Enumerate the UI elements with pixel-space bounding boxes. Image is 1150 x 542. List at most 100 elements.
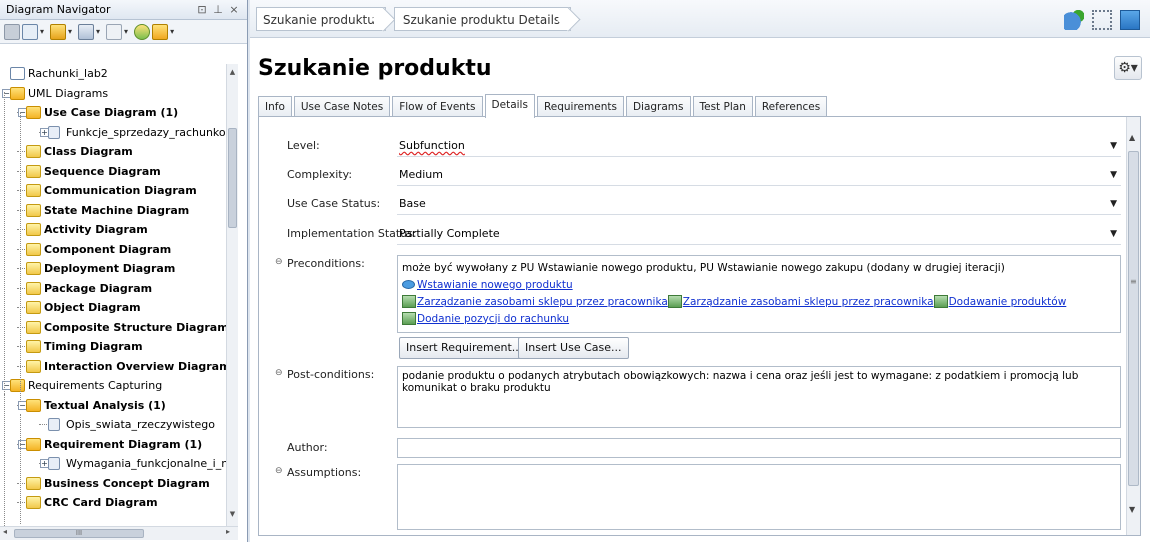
tree-item-label: State Machine Diagram — [44, 203, 190, 217]
notification-badge-icon[interactable] — [1064, 10, 1084, 30]
requirement-link[interactable]: Zarządzanie zasobami sklepu przez pracow… — [683, 296, 934, 308]
refresh-icon[interactable] — [134, 23, 151, 40]
requirement-link[interactable]: Dodanie pozycji do rachunku — [417, 313, 569, 325]
restore-panel-icon[interactable]: ⊡ — [195, 3, 209, 16]
tree-structure-icon[interactable] — [22, 23, 38, 40]
details-vertical-scrollbar[interactable]: ▲ ≡ ▼ — [1126, 117, 1140, 535]
tree-item[interactable]: Activity Diagram — [0, 220, 236, 240]
complexity-select[interactable]: Medium ▼ — [397, 164, 1121, 186]
tree-item[interactable]: + Funkcje_sprzedazy_rachunkow — [0, 123, 236, 143]
tree-item-label: Activity Diagram — [44, 223, 148, 236]
use-case-status-select[interactable]: Base ▼ — [397, 193, 1121, 215]
tree-connector — [17, 209, 25, 211]
tree-item[interactable]: Opis_swiata_rzeczywistego — [0, 415, 236, 435]
tree-item[interactable]: Rachunki_lab2 — [0, 64, 236, 84]
scroll-right-icon[interactable]: ▸ — [226, 527, 230, 536]
pin-panel-icon[interactable]: ⊥ — [211, 3, 225, 16]
chevron-down-icon[interactable]: ▾ — [40, 27, 44, 36]
tree-item-label: Requirements Capturing — [28, 379, 163, 392]
tree-item[interactable]: Business Concept Diagram — [0, 474, 236, 494]
chevron-down-icon[interactable]: ▼ — [1110, 135, 1117, 157]
postconditions-editor[interactable]: podanie produktu o podanych atrybutach o… — [397, 366, 1121, 428]
tab-details[interactable]: Details — [484, 94, 535, 118]
tab-flow-of-events[interactable]: Flow of Events — [392, 96, 483, 118]
tree-item[interactable]: State Machine Diagram — [0, 201, 236, 221]
tree-item[interactable]: + Wymagania_funkcjonalne_i_nief — [0, 454, 236, 474]
insert-requirement-button[interactable]: Insert Requirement... — [399, 337, 530, 359]
fit-view-icon[interactable] — [1092, 10, 1112, 30]
details-tab-bar: Info Use Case Notes Flow of Events Details R… — [258, 94, 829, 118]
chevron-down-icon[interactable]: ▼ — [1110, 193, 1117, 215]
breadcrumb-item[interactable]: Szukanie produktu Details — [393, 6, 572, 31]
navigator-vertical-scrollbar[interactable]: ▲ ▼ — [226, 64, 238, 526]
navigator-horizontal-scrollbar[interactable]: ◂ III ▸ — [0, 526, 238, 540]
layout-panel-icon[interactable] — [1120, 10, 1140, 30]
scroll-down-icon[interactable]: ▼ — [1129, 505, 1135, 514]
tab-diagrams[interactable]: Diagrams — [625, 96, 691, 118]
level-select[interactable]: Subfunction ▼ — [397, 135, 1121, 157]
folder-icon — [10, 86, 25, 100]
diagram-type-icon — [26, 301, 41, 314]
tree-guide-line — [4, 394, 5, 526]
tree-item[interactable]: Composite Structure Diagram — [0, 318, 236, 338]
collapse-icon[interactable]: ⊖ — [275, 257, 283, 267]
tree-item[interactable]: Communication Diagram — [0, 181, 236, 201]
sort-icon[interactable] — [78, 23, 95, 40]
use-case-link[interactable]: Wstawianie nowego produktu — [417, 279, 573, 291]
preconditions-editor[interactable]: może być wywołany z PU Wstawianie nowego… — [397, 255, 1121, 333]
tab-requirements[interactable]: Requirements — [536, 96, 624, 118]
move-up-icon[interactable] — [106, 23, 123, 40]
chevron-down-icon[interactable]: ▾ — [170, 27, 174, 36]
tree-item[interactable]: − Textual Analysis (1) — [0, 396, 236, 416]
chevron-down-icon[interactable]: ▼ — [1110, 164, 1117, 186]
tree-item[interactable]: Deployment Diagram — [0, 259, 236, 279]
scroll-left-icon[interactable]: ◂ — [3, 527, 7, 536]
scrollbar-thumb[interactable] — [228, 128, 237, 228]
tree-item[interactable]: Component Diagram — [0, 240, 236, 260]
scrollbar-thumb[interactable]: III — [14, 529, 144, 538]
tab-use-case-notes[interactable]: Use Case Notes — [293, 96, 391, 118]
tab-test-plan[interactable]: Test Plan — [692, 96, 753, 118]
tree-connector — [17, 151, 25, 152]
tree-item[interactable]: Class Diagram — [0, 142, 236, 162]
tree-connector — [17, 229, 25, 230]
tree-item[interactable]: Interaction Overview Diagram — [0, 357, 236, 377]
close-panel-icon[interactable]: × — [227, 3, 241, 16]
tree-item[interactable]: − UML Diagrams — [0, 84, 236, 104]
tree-item[interactable]: Package Diagram — [0, 279, 236, 299]
collapse-icon[interactable]: ⊖ — [275, 368, 283, 378]
tab-references[interactable]: References — [754, 96, 828, 118]
tree-item[interactable]: − Requirements Capturing — [0, 376, 236, 396]
filter-folder-icon[interactable] — [50, 23, 67, 40]
scroll-down-icon[interactable]: ▼ — [227, 510, 238, 518]
gear-icon[interactable]: ⚙▾ — [1114, 56, 1142, 80]
grid-view-icon[interactable] — [4, 23, 20, 40]
chevron-down-icon[interactable]: ▾ — [124, 27, 128, 36]
tab-info[interactable]: Info — [258, 96, 292, 118]
assumptions-editor[interactable] — [397, 464, 1121, 530]
tree-item[interactable]: Sequence Diagram — [0, 162, 236, 182]
collapse-icon[interactable]: ⊖ — [275, 466, 283, 476]
chevron-down-icon[interactable]: ▼ — [1110, 223, 1117, 245]
requirement-link[interactable]: Zarządzanie zasobami sklepu przez pracow… — [417, 296, 668, 308]
scroll-up-icon[interactable]: ▲ — [227, 68, 238, 76]
author-input[interactable] — [397, 438, 1121, 458]
tree-connector — [17, 307, 25, 308]
implementation-status-select[interactable]: Partially Complete ▼ — [397, 223, 1121, 245]
diagram-type-icon — [26, 281, 41, 295]
insert-use-case-button[interactable]: Insert Use Case... — [518, 337, 629, 359]
tree-item[interactable]: − Use Case Diagram (1) — [0, 103, 236, 123]
chevron-down-icon[interactable]: ▾ — [96, 27, 100, 36]
tree-item[interactable]: Object Diagram — [0, 298, 236, 318]
tree-item[interactable]: CRC Card Diagram — [0, 493, 236, 513]
requirement-link[interactable]: Dodawanie produktów — [949, 296, 1067, 308]
scroll-up-icon[interactable]: ▲ — [1129, 133, 1135, 142]
open-folder-icon[interactable] — [152, 23, 169, 40]
tree-item-label: Rachunki_lab2 — [28, 67, 108, 80]
chevron-down-icon[interactable]: ▾ — [68, 27, 72, 36]
folder-icon — [26, 398, 41, 412]
breadcrumb-item[interactable]: Szukanie produktu — [256, 6, 386, 31]
tree-item[interactable]: − Requirement Diagram (1) — [0, 435, 236, 455]
scrollbar-thumb[interactable] — [1128, 151, 1139, 486]
tree-item[interactable]: Timing Diagram — [0, 337, 236, 357]
